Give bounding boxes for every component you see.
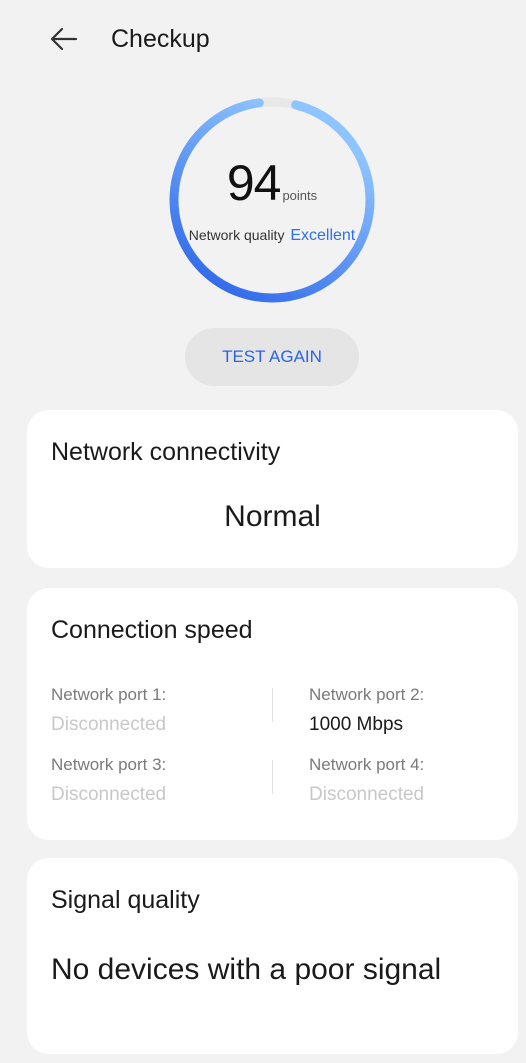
port-label: Network port 1: bbox=[51, 685, 167, 704]
quality-value: Excellent bbox=[290, 227, 356, 244]
score-line: 94 points bbox=[165, 155, 379, 211]
back-button[interactable] bbox=[44, 22, 84, 56]
header: Checkup bbox=[0, 0, 526, 80]
network-port-3: Network port 3: Disconnected bbox=[51, 754, 251, 808]
connectivity-title: Network connectivity bbox=[51, 438, 281, 466]
divider bbox=[272, 688, 273, 722]
network-port-4: Network port 4: Disconnected bbox=[309, 754, 509, 808]
connectivity-card: Network connectivity Normal bbox=[27, 410, 518, 568]
signal-quality-card: Signal quality No devices with a poor si… bbox=[27, 858, 518, 1054]
test-again-button[interactable]: TEST AGAIN bbox=[185, 328, 359, 386]
connection-speed-title: Connection speed bbox=[51, 616, 253, 644]
arrow-left-icon bbox=[50, 27, 78, 51]
score-gauge: 94 points Network quality Excellent bbox=[165, 93, 379, 307]
port-value: Disconnected bbox=[51, 714, 167, 735]
port-value: Disconnected bbox=[309, 784, 425, 805]
connection-speed-card: Connection speed Network port 1: Disconn… bbox=[27, 588, 518, 840]
score-unit: points bbox=[282, 188, 318, 203]
port-value: 1000 Mbps bbox=[309, 714, 404, 735]
network-port-2: Network port 2: 1000 Mbps bbox=[309, 684, 509, 738]
port-label: Network port 2: bbox=[309, 685, 425, 704]
port-value: Disconnected bbox=[51, 784, 167, 805]
quality-line: Network quality Excellent bbox=[159, 227, 385, 245]
divider bbox=[272, 760, 273, 794]
connectivity-status: Normal bbox=[224, 500, 321, 533]
quality-label: Network quality bbox=[188, 227, 285, 243]
signal-quality-status: No devices with a poor signal bbox=[51, 953, 442, 986]
port-label: Network port 4: bbox=[309, 755, 425, 774]
port-label: Network port 3: bbox=[51, 755, 167, 774]
score-value: 94 bbox=[226, 155, 282, 211]
network-port-1: Network port 1: Disconnected bbox=[51, 684, 251, 738]
page-title: Checkup bbox=[111, 25, 210, 53]
signal-quality-title: Signal quality bbox=[51, 886, 200, 914]
